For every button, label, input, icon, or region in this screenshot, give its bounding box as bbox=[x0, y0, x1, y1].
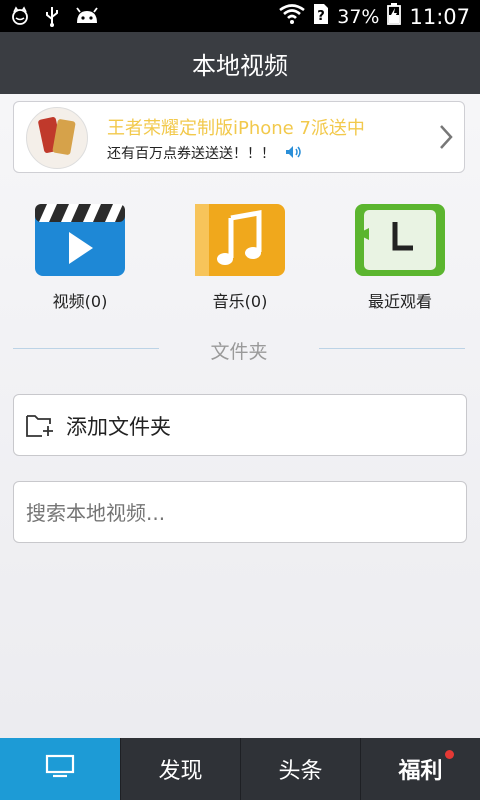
category-recent[interactable]: 最近观看 bbox=[335, 204, 465, 312]
category-music[interactable]: 音乐(0) bbox=[175, 204, 305, 312]
svg-text:?: ? bbox=[317, 9, 325, 24]
tab-welfare[interactable]: 福利 bbox=[360, 738, 480, 800]
add-folder-icon bbox=[26, 412, 54, 442]
main-content: 王者荣耀定制版iPhone 7派送中 还有百万点券送送送！！！ 视频(0) 音乐… bbox=[0, 94, 480, 738]
category-recent-label: 最近观看 bbox=[367, 292, 432, 311]
sim-unknown-icon: ? bbox=[313, 3, 329, 30]
search-input[interactable] bbox=[24, 494, 458, 532]
title-bar: 本地视频 bbox=[0, 32, 480, 94]
tab-discover-label: 发现 bbox=[158, 759, 203, 784]
tab-headlines[interactable]: 头条 bbox=[240, 738, 360, 800]
folder-section-title: 文件夹 bbox=[210, 341, 268, 363]
tab-local[interactable] bbox=[0, 738, 120, 800]
category-video[interactable]: 视频(0) bbox=[15, 204, 145, 312]
promo-subtitle: 还有百万点券送送送！！！ bbox=[107, 146, 275, 162]
battery-percent: 37% bbox=[337, 5, 380, 28]
add-folder-button[interactable]: 添加文件夹 bbox=[13, 394, 467, 456]
page-title: 本地视频 bbox=[192, 51, 288, 80]
video-clapper-icon bbox=[35, 204, 125, 276]
battery-charging-icon bbox=[387, 3, 402, 30]
add-folder-label: 添加文件夹 bbox=[66, 415, 171, 439]
category-music-label: 音乐(0) bbox=[212, 292, 268, 311]
cat-face-icon bbox=[10, 6, 30, 30]
promo-banner[interactable]: 王者荣耀定制版iPhone 7派送中 还有百万点券送送送！！！ bbox=[13, 101, 465, 173]
tab-welfare-label: 福利 bbox=[398, 759, 443, 784]
recent-clock-icon bbox=[355, 204, 445, 276]
notification-dot bbox=[445, 750, 454, 759]
category-video-label: 视频(0) bbox=[52, 292, 108, 311]
status-bar: ? 37% 11:07 bbox=[0, 0, 480, 32]
android-icon bbox=[74, 7, 100, 29]
promo-title: 王者荣耀定制版iPhone 7派送中 bbox=[107, 118, 365, 139]
chevron-right-icon[interactable] bbox=[438, 124, 454, 154]
promo-thumbnail bbox=[26, 107, 88, 169]
bottom-tab-bar: 发现 头条 福利 bbox=[0, 738, 480, 800]
tab-discover[interactable]: 发现 bbox=[120, 738, 240, 800]
tab-headlines-label: 头条 bbox=[278, 759, 323, 784]
search-box[interactable] bbox=[13, 481, 467, 543]
wifi-icon bbox=[279, 4, 306, 29]
folder-section-header: 文件夹 bbox=[13, 337, 465, 363]
speaker-icon bbox=[285, 145, 303, 163]
promo-subtitle-row: 还有百万点券送送送！！！ bbox=[107, 143, 303, 163]
tv-screen-icon bbox=[45, 754, 75, 784]
usb-icon bbox=[44, 5, 60, 31]
clock: 11:07 bbox=[409, 4, 470, 29]
music-note-icon bbox=[195, 204, 285, 276]
